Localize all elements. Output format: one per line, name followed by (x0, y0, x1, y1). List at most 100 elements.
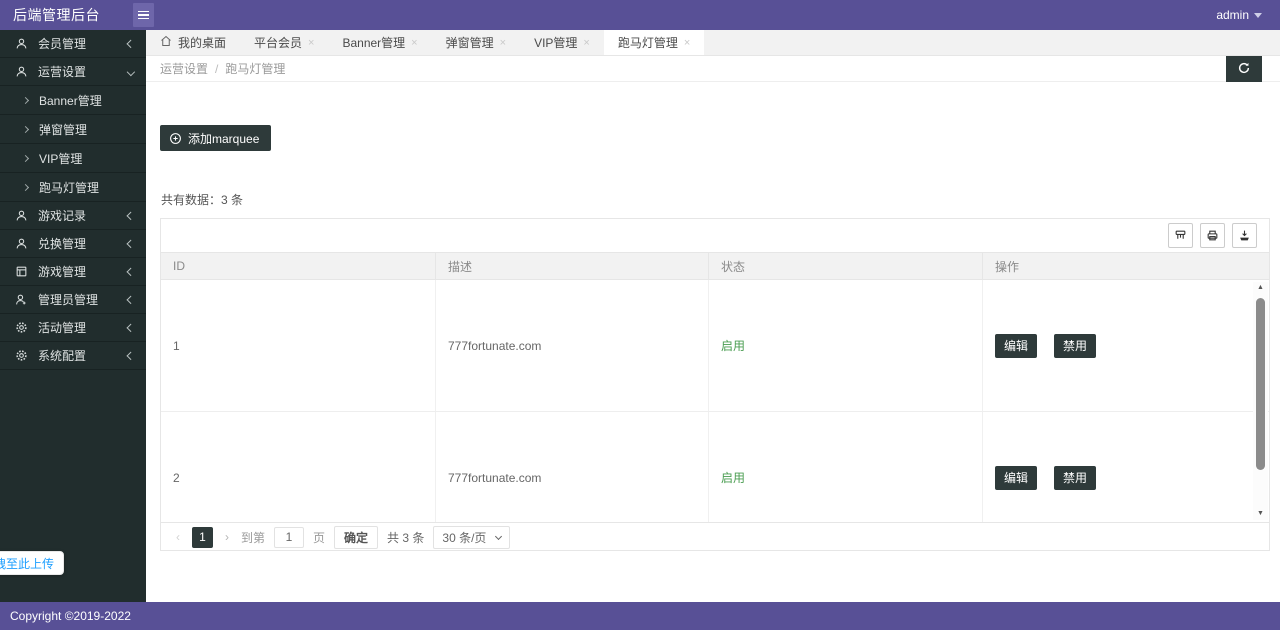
chevron-right-icon (22, 154, 29, 161)
chevron-down-icon (1254, 13, 1262, 18)
tab-platform-members[interactable]: 平台会员 × (240, 30, 328, 55)
page-size-select[interactable]: 30 条/页 (433, 526, 510, 549)
user-icon (14, 237, 29, 250)
chevron-left-icon (127, 267, 135, 275)
admin-user-icon (14, 293, 29, 306)
user-icon (14, 65, 29, 78)
refresh-button[interactable] (1226, 56, 1262, 82)
plus-circle-icon (169, 132, 182, 145)
sidebar-subitem-marquee-mgmt[interactable]: 跑马灯管理 (0, 173, 146, 202)
goto-page-input[interactable] (274, 527, 304, 548)
table-body: 1 777fortunate.com 启用 编辑 禁用 2 777fortuna… (161, 280, 1269, 522)
breadcrumb-page: 跑马灯管理 (225, 60, 285, 77)
goto-page-label: 到第 (241, 529, 265, 546)
disable-button[interactable]: 禁用 (1054, 334, 1096, 358)
cell-id: 1 (161, 280, 436, 411)
edit-button[interactable]: 编辑 (995, 334, 1037, 358)
columns-icon[interactable] (1168, 223, 1193, 248)
copyright-text: Copyright ©2019-2022 (10, 609, 131, 623)
cell-desc: 777fortunate.com (436, 412, 709, 522)
main-area: 我的桌面 平台会员 × Banner管理 × 弹窗管理 × VIP管理 × 跑马… (146, 30, 1280, 602)
sidebar-toggle-button[interactable] (133, 3, 154, 27)
user-dropdown[interactable]: admin (1216, 8, 1262, 22)
current-page-button[interactable]: 1 (192, 527, 213, 548)
page-unit-label: 页 (313, 529, 325, 546)
breadcrumb-section[interactable]: 运营设置 (160, 60, 208, 77)
tab-marquee-mgmt[interactable]: 跑马灯管理 × (604, 30, 704, 55)
total-records-label: 共 3 条 (387, 529, 424, 546)
sidebar-item-admin-mgmt[interactable]: 管理员管理 (0, 286, 146, 314)
tab-popup-mgmt[interactable]: 弹窗管理 × (432, 30, 520, 55)
refresh-icon (1237, 61, 1251, 78)
sidebar-item-system-config[interactable]: 系统配置 (0, 342, 146, 370)
sidebar-subitem-vip-mgmt[interactable]: VIP管理 (0, 144, 146, 173)
table-header-row: ID 描述 状态 操作 (161, 252, 1269, 280)
page-content: 添加marquee 共有数据：3 条 ID 描述 状态 操作 (146, 82, 1280, 602)
disable-button[interactable]: 禁用 (1054, 466, 1096, 490)
sidebar-item-operation-settings[interactable]: 运营设置 (0, 58, 146, 86)
tab-my-desktop[interactable]: 我的桌面 (146, 30, 240, 55)
next-page-button[interactable]: › (222, 530, 232, 544)
close-icon[interactable]: × (308, 37, 314, 49)
close-icon[interactable]: × (500, 37, 506, 49)
sidebar-item-member-mgmt[interactable]: 会员管理 (0, 30, 146, 58)
chevron-right-icon (22, 96, 29, 103)
column-header-desc[interactable]: 描述 (436, 253, 709, 279)
status-badge: 启用 (709, 412, 983, 522)
gear-icon (14, 321, 29, 334)
chevron-left-icon (127, 323, 135, 331)
table-row: 1 777fortunate.com 启用 编辑 禁用 (161, 280, 1269, 412)
confirm-page-button[interactable]: 确定 (334, 526, 378, 549)
column-header-actions[interactable]: 操作 (983, 253, 1269, 279)
chevron-left-icon (127, 351, 135, 359)
total-count-text: 共有数据：3 条 (161, 191, 243, 208)
tab-banner-mgmt[interactable]: Banner管理 × (328, 30, 431, 55)
top-header-bar: 后端管理后台 admin (0, 0, 1280, 30)
table-row: 2 777fortunate.com 启用 编辑 禁用 (161, 412, 1269, 522)
status-badge: 启用 (709, 280, 983, 411)
cell-id: 2 (161, 412, 436, 522)
sidebar-item-exchange-mgmt[interactable]: 兑换管理 (0, 230, 146, 258)
scroll-up-arrow-icon[interactable]: ▲ (1253, 282, 1268, 294)
footer-bar: Copyright ©2019-2022 (0, 602, 1280, 630)
sidebar-nav: 会员管理 运营设置 Banner管理 弹窗管理 VIP管理 跑马灯管理 游戏记录… (0, 30, 146, 602)
export-icon[interactable] (1232, 223, 1257, 248)
chevron-right-icon (22, 183, 29, 190)
chevron-down-icon (495, 532, 502, 539)
close-icon[interactable]: × (411, 37, 417, 49)
hamburger-icon (138, 11, 149, 13)
scrollbar-thumb[interactable] (1256, 298, 1265, 470)
tab-bar: 我的桌面 平台会员 × Banner管理 × 弹窗管理 × VIP管理 × 跑马… (146, 30, 1280, 56)
edit-button[interactable]: 编辑 (995, 466, 1037, 490)
column-header-id[interactable]: ID (161, 253, 436, 279)
sidebar-subitem-banner-mgmt[interactable]: Banner管理 (0, 86, 146, 115)
chevron-right-icon (22, 125, 29, 132)
drag-upload-hint-button[interactable]: 拽至此上传 (0, 551, 64, 575)
chevron-left-icon (127, 295, 135, 303)
sidebar-subitem-popup-mgmt[interactable]: 弹窗管理 (0, 115, 146, 144)
close-icon[interactable]: × (583, 37, 589, 49)
gear-icon (14, 349, 29, 362)
breadcrumb-bar: 运营设置 / 跑马灯管理 (146, 56, 1280, 82)
user-icon (14, 37, 29, 50)
marquee-table-card: ID 描述 状态 操作 1 777fortunate.com 启用 编辑 禁用 … (160, 218, 1270, 551)
column-header-status[interactable]: 状态 (709, 253, 983, 279)
username: admin (1216, 8, 1249, 22)
table-vertical-scrollbar[interactable]: ▲ ▼ (1253, 282, 1268, 520)
scroll-down-arrow-icon[interactable]: ▼ (1253, 508, 1268, 520)
tab-vip-mgmt[interactable]: VIP管理 × (520, 30, 604, 55)
chevron-left-icon (127, 239, 135, 247)
pagination-bar: ‹ 1 › 到第 页 确定 共 3 条 30 条/页 (161, 522, 1269, 551)
print-icon[interactable] (1200, 223, 1225, 248)
cell-desc: 777fortunate.com (436, 280, 709, 411)
chevron-left-icon (127, 39, 135, 47)
sidebar-item-game-mgmt[interactable]: 游戏管理 (0, 258, 146, 286)
sidebar-item-game-records[interactable]: 游戏记录 (0, 202, 146, 230)
window-icon (14, 265, 29, 278)
add-marquee-button[interactable]: 添加marquee (160, 125, 271, 151)
chevron-down-icon (127, 67, 135, 75)
close-icon[interactable]: × (684, 37, 690, 49)
prev-page-button[interactable]: ‹ (173, 530, 183, 544)
table-toolbar (161, 219, 1269, 252)
sidebar-item-activity-mgmt[interactable]: 活动管理 (0, 314, 146, 342)
